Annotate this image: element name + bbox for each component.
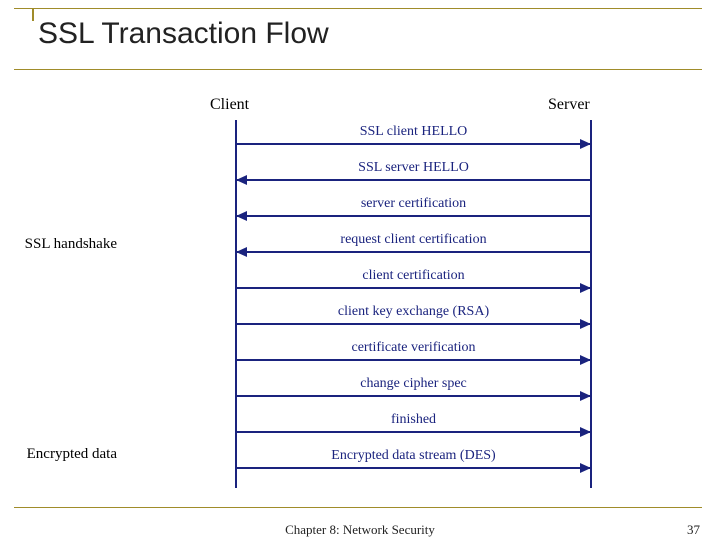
arrow-left-icon [237,179,590,181]
message-row: server certification [237,196,590,217]
message-label: request client certification [237,232,590,251]
message-row: SSL server HELLO [237,160,590,181]
arrow-head-icon [580,319,591,329]
title-accent-tick [32,9,34,21]
message-label: change cipher spec [237,376,590,395]
footer-chapter-label: Chapter 8: Network Security [0,522,720,538]
arrow-left-icon [237,251,590,253]
arrow-right-icon [237,395,590,397]
message-row: request client certification [237,232,590,253]
arrow-right-icon [237,143,590,145]
message-row: finished [237,412,590,433]
arrow-right-icon [237,323,590,325]
arrow-left-icon [237,215,590,217]
message-label: SSL server HELLO [237,160,590,179]
server-role-label: Server [548,96,590,114]
message-row: client key exchange (RSA) [237,304,590,325]
arrow-head-icon [236,175,247,185]
slide-title-bar: SSL Transaction Flow [14,8,702,70]
arrow-right-icon [237,359,590,361]
client-role-label: Client [210,96,249,114]
arrow-head-icon [580,283,591,293]
message-label: finished [237,412,590,431]
message-label: SSL client HELLO [237,124,590,143]
arrow-head-icon [580,355,591,365]
message-row: client certification [237,268,590,289]
slide-title: SSL Transaction Flow [14,9,702,69]
arrow-right-icon [237,431,590,433]
message-label: server certification [237,196,590,215]
message-label: Encrypted data stream (DES) [237,448,590,467]
handshake-phase-label: SSL handshake [22,236,117,253]
message-row: Encrypted data stream (DES) [237,448,590,469]
arrow-head-icon [236,211,247,221]
message-label: client key exchange (RSA) [237,304,590,323]
page-number: 37 [687,522,700,538]
arrow-head-icon [580,139,591,149]
ssl-sequence-diagram: Client Server SSL handshake Encrypted da… [120,88,630,488]
arrow-right-icon [237,287,590,289]
arrow-right-icon [237,467,590,469]
message-row: SSL client HELLO [237,124,590,145]
message-row: change cipher spec [237,376,590,397]
message-label: client certification [237,268,590,287]
message-label: certificate verification [237,340,590,359]
arrow-head-icon [580,391,591,401]
arrow-head-icon [580,427,591,437]
arrow-head-icon [236,247,247,257]
footer-divider [14,507,702,509]
arrow-head-icon [580,463,591,473]
message-row: certificate verification [237,340,590,361]
encrypted-phase-label: Encrypted data [22,446,117,463]
